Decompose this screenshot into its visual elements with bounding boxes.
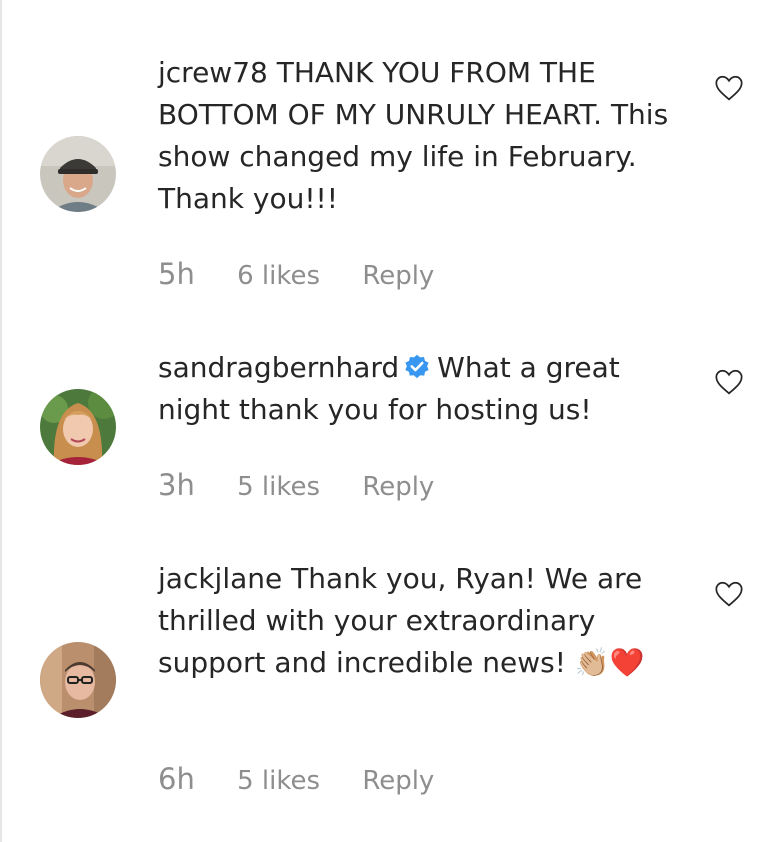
comment-meta: 6h 5 likes Reply — [158, 762, 434, 796]
comment-username[interactable]: sandragbernhard — [158, 351, 399, 384]
comment-text: sandragbernhard What a great night thank… — [158, 347, 688, 431]
comment-likes[interactable]: 5 likes — [237, 766, 320, 796]
heart-outline-icon[interactable] — [712, 72, 746, 104]
comment-time: 3h — [158, 468, 195, 502]
comment-likes[interactable]: 5 likes — [237, 472, 320, 502]
comment-username[interactable]: jcrew78 — [158, 56, 268, 89]
reply-button[interactable]: Reply — [362, 472, 434, 502]
comment-time: 6h — [158, 762, 195, 796]
reply-button[interactable]: Reply — [362, 766, 434, 796]
verified-badge-icon — [405, 354, 429, 379]
reply-button[interactable]: Reply — [362, 261, 434, 291]
heart-outline-icon[interactable] — [712, 366, 746, 398]
avatar-jackjlane[interactable] — [40, 642, 116, 718]
avatar-sandragbernhard[interactable] — [40, 389, 116, 465]
comment-text: jcrew78 THANK YOU FROM THE BOTTOM OF MY … — [158, 52, 688, 220]
comment-time: 5h — [158, 257, 195, 291]
comment-meta: 5h 6 likes Reply — [158, 257, 434, 291]
comment-likes[interactable]: 6 likes — [237, 261, 320, 291]
left-border — [0, 0, 2, 842]
comment-username[interactable]: jackjlane — [158, 562, 282, 595]
comment-meta: 3h 5 likes Reply — [158, 468, 434, 502]
avatar-jcrew78[interactable] — [40, 136, 116, 212]
clapping-heart-emoji: 👏🏼❤️ — [574, 646, 645, 679]
comment-text: jackjlane Thank you, Ryan! We are thrill… — [158, 558, 688, 684]
heart-outline-icon[interactable] — [712, 578, 746, 610]
